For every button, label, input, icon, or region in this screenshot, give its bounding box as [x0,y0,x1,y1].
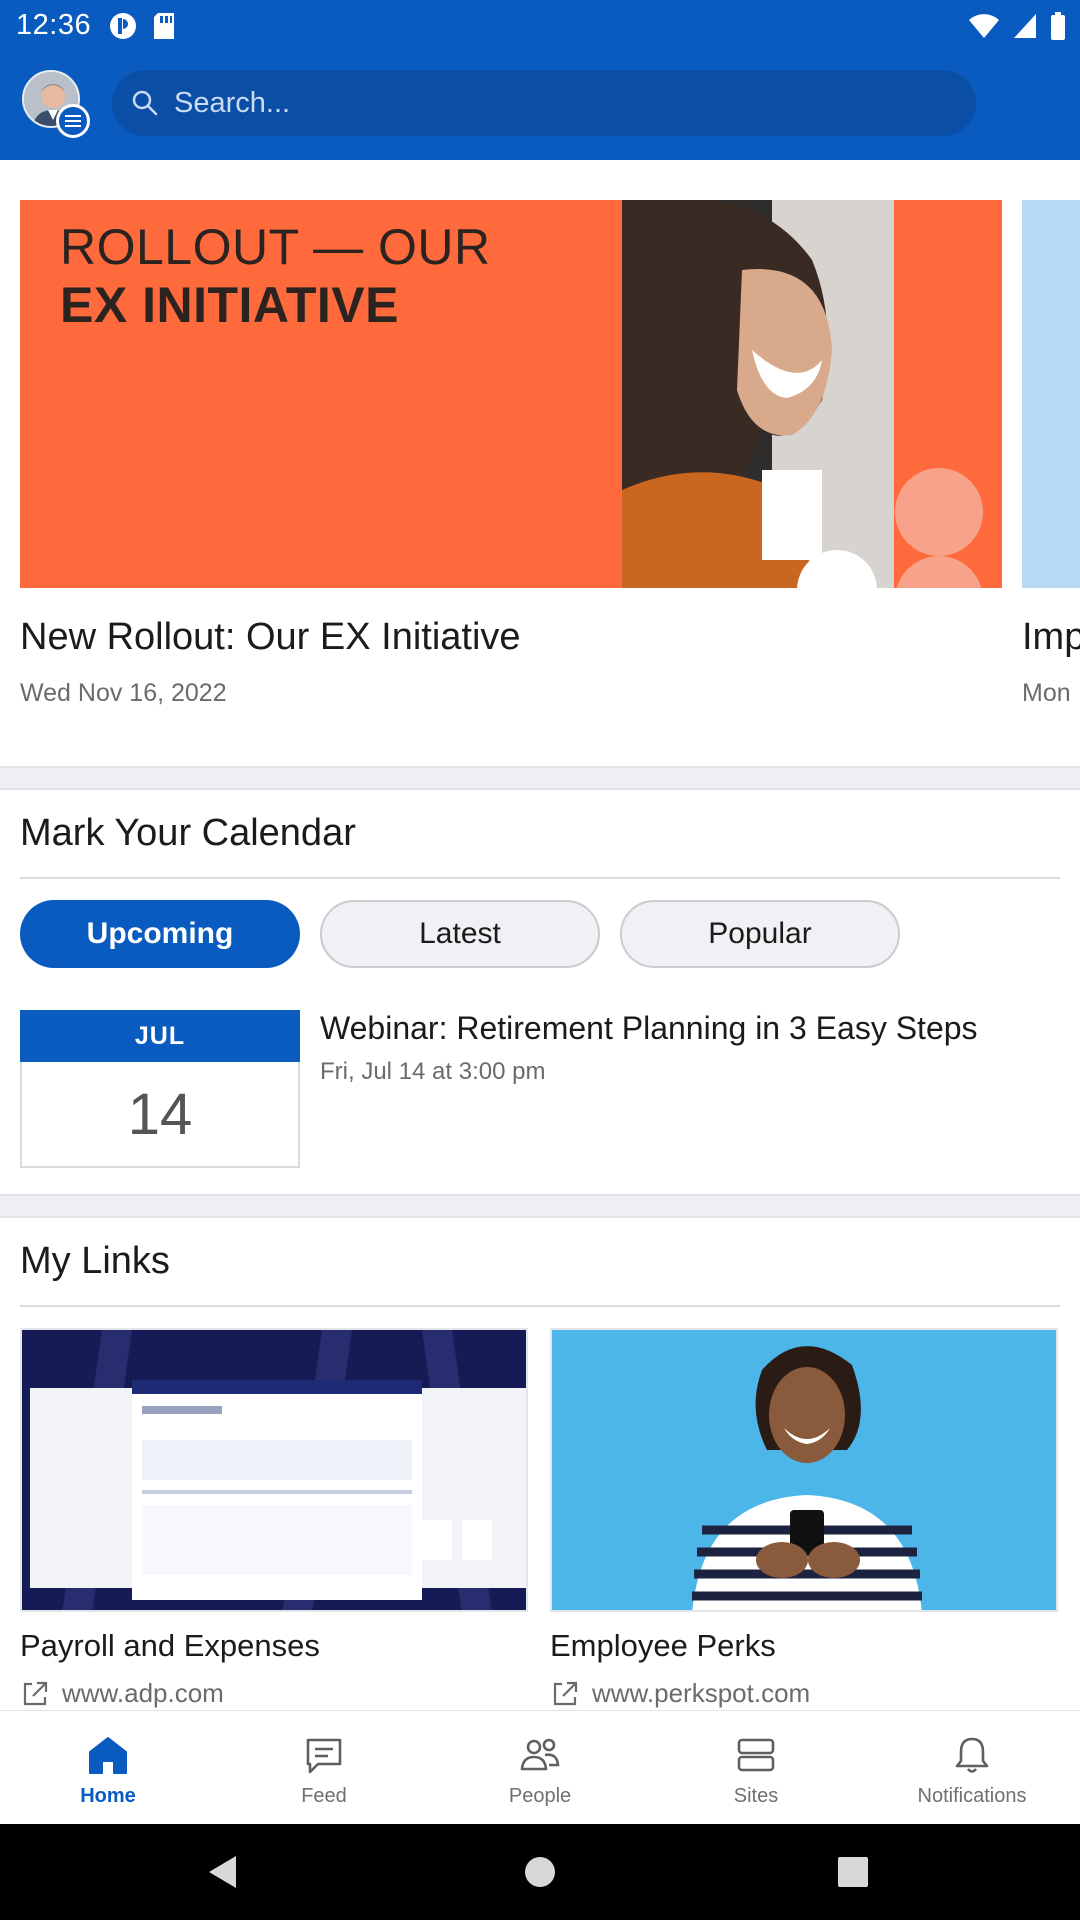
event-title[interactable]: Webinar: Retirement Planning in 3 Easy S… [320,1010,978,1047]
tab-upcoming[interactable]: Upcoming [20,900,300,968]
status-bar: 12:36 [0,0,1080,50]
link-card-payroll[interactable]: Payroll and Expenses www.adp.com [20,1328,528,1709]
status-time: 12:36 [16,9,92,41]
chat-icon [306,1738,342,1774]
sd-card-icon [154,13,174,39]
news-title[interactable]: Imp [1022,616,1080,659]
battery-icon [1051,12,1065,40]
nav-label: People [508,1785,572,1807]
links-section-title: My Links [20,1240,170,1282]
status-left-icons [108,11,176,41]
link-url[interactable]: www.adp.com [20,1678,528,1709]
event-time: Fri, Jul 14 at 3:00 pm [320,1058,546,1085]
sites-icon [737,1738,775,1772]
news-carousel[interactable]: ROLLOUT — OUR EX INITIATIVE New Rollout:… [0,160,1080,766]
link-title[interactable]: Employee Perks [550,1628,1058,1664]
news-card[interactable]: ROLLOUT — OUR EX INITIATIVE New Rollout:… [20,200,1002,708]
system-nav-bar [0,1824,1080,1920]
tab-latest[interactable]: Latest [320,900,600,968]
banner-line-2: EX INITIATIVE [60,277,399,333]
section-rule [20,1305,1060,1307]
news-card[interactable]: Imp Mon [1022,200,1080,708]
external-link-icon [553,1681,578,1705]
link-card-perks[interactable]: Employee Perks www.perkspot.com [550,1328,1058,1709]
tab-popular[interactable]: Popular [620,900,900,968]
nav-home[interactable]: Home [0,1711,216,1824]
section-divider [0,766,1080,790]
section-divider [0,1194,1080,1218]
news-date: Wed Nov 16, 2022 [20,679,227,707]
banner-line-1: ROLLOUT — OUR [60,219,491,275]
recents-icon[interactable] [838,1857,868,1887]
banner-text: ROLLOUT — OUR EX INITIATIVE [60,210,491,334]
bottom-nav: Home Feed People Sites Notifications [0,1710,1080,1824]
news-title[interactable]: New Rollout: Our EX Initiative [20,616,1002,659]
banner-photo [622,200,894,588]
section-rule [20,877,1060,879]
status-right-icons [968,11,1066,41]
banner-decoration [894,200,1002,588]
link-url-text: www.adp.com [62,1678,224,1708]
perks-thumbnail [550,1328,1058,1612]
calendar-section-title: Mark Your Calendar [20,812,356,854]
nav-label: Home [80,1785,136,1807]
people-icon [520,1738,560,1771]
app-header: 12:36 [0,0,1080,160]
nav-label: Notifications [917,1785,1027,1807]
profile-avatar-button[interactable] [22,70,90,138]
back-icon[interactable] [206,1854,242,1890]
nav-notifications[interactable]: Notifications [864,1711,1080,1824]
nav-people[interactable]: People [432,1711,648,1824]
link-url[interactable]: www.perkspot.com [550,1678,1058,1709]
nav-sites[interactable]: Sites [648,1711,864,1824]
wifi-icon [969,14,999,39]
event-month: JUL [20,1010,300,1062]
signal-icon [1014,14,1036,38]
app-notification-icon [110,13,136,39]
search-icon [132,90,158,116]
news-date: Mon [1022,679,1071,707]
news-banner-image: ROLLOUT — OUR EX INITIATIVE [20,200,1002,588]
event-day: 14 [127,1081,193,1147]
link-url-text: www.perkspot.com [592,1678,811,1708]
home-circle-icon[interactable] [524,1856,556,1888]
event-date-badge[interactable]: JUL 14 [20,1010,300,1168]
nav-label: Sites [733,1785,779,1807]
menu-icon[interactable] [56,104,90,138]
home-icon [89,1737,127,1774]
search-bar[interactable] [112,70,976,136]
nav-feed[interactable]: Feed [216,1711,432,1824]
nav-label: Feed [301,1785,347,1807]
bell-icon [955,1737,989,1773]
external-link-icon [23,1681,48,1705]
search-input[interactable] [174,86,934,120]
link-title[interactable]: Payroll and Expenses [20,1628,528,1664]
news-banner-image [1022,200,1080,588]
payroll-thumbnail [20,1328,528,1612]
